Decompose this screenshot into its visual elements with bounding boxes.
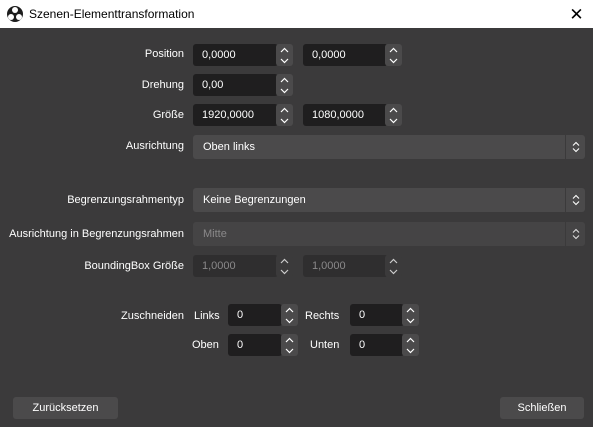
arrow-up-icon[interactable] xyxy=(276,104,293,115)
arrow-down-icon[interactable] xyxy=(281,345,298,356)
arrow-down-icon[interactable] xyxy=(276,266,293,277)
crop-top-label: Oben xyxy=(192,339,219,351)
size-height-stepper[interactable] xyxy=(385,104,402,126)
obs-logo-icon xyxy=(7,6,23,22)
size-width-input[interactable]: 1920,0000 xyxy=(193,104,278,126)
arrow-up-icon[interactable] xyxy=(385,255,402,266)
arrow-up-icon[interactable] xyxy=(402,334,419,345)
crop-left-label: Links xyxy=(194,310,220,322)
bounding-box-width-stepper[interactable] xyxy=(276,255,293,277)
updown-arrow-icon[interactable] xyxy=(565,188,585,212)
arrow-up-icon[interactable] xyxy=(281,304,298,315)
window-title: Szenen-Elementtransformation xyxy=(29,7,195,21)
alignment-value: Oben links xyxy=(203,141,255,153)
crop-label: Zuschneiden xyxy=(121,310,184,322)
rotation-stepper[interactable] xyxy=(276,74,293,96)
crop-right-stepper[interactable] xyxy=(402,304,419,326)
arrow-down-icon[interactable] xyxy=(276,115,293,126)
bounds-type-label: Begrenzungsrahmentyp xyxy=(67,194,184,206)
size-label: Größe xyxy=(152,109,184,121)
alignment-select[interactable]: Oben links xyxy=(193,135,585,159)
arrow-down-icon[interactable] xyxy=(276,55,293,66)
close-icon[interactable]: ✕ xyxy=(569,6,583,23)
crop-right-input[interactable]: 0 xyxy=(350,304,404,326)
arrow-down-icon[interactable] xyxy=(385,266,402,277)
bounds-alignment-label: Ausrichtung in Begrenzungsrahmen xyxy=(9,228,184,240)
crop-bottom-input[interactable]: 0 xyxy=(350,334,404,356)
position-y-input[interactable]: 0,0000 xyxy=(303,44,388,66)
arrow-down-icon[interactable] xyxy=(385,115,402,126)
crop-left-input[interactable]: 0 xyxy=(228,304,282,326)
close-window-button[interactable]: ✕ xyxy=(560,0,593,28)
size-height-input[interactable]: 1080,0000 xyxy=(303,104,388,126)
bounding-box-height-stepper[interactable] xyxy=(385,255,402,277)
arrow-up-icon[interactable] xyxy=(276,44,293,55)
arrow-down-icon[interactable] xyxy=(281,315,298,326)
arrow-up-icon[interactable] xyxy=(385,44,402,55)
reset-button[interactable]: Zurücksetzen xyxy=(13,397,118,419)
arrow-down-icon[interactable] xyxy=(276,85,293,96)
crop-top-stepper[interactable] xyxy=(281,334,298,356)
crop-left-stepper[interactable] xyxy=(281,304,298,326)
updown-arrow-icon[interactable] xyxy=(565,135,585,159)
bounds-alignment-value: Mitte xyxy=(203,228,227,240)
title-bar: Szenen-Elementtransformation ✕ xyxy=(0,0,593,28)
bounds-alignment-select[interactable]: Mitte xyxy=(193,222,585,246)
arrow-up-icon[interactable] xyxy=(276,74,293,85)
rotation-label: Drehung xyxy=(141,79,184,91)
crop-top-input[interactable]: 0 xyxy=(228,334,282,356)
arrow-up-icon[interactable] xyxy=(276,255,293,266)
close-button[interactable]: Schließen xyxy=(500,397,584,419)
position-y-stepper[interactable] xyxy=(385,44,402,66)
updown-arrow-icon[interactable] xyxy=(565,222,585,246)
arrow-down-icon[interactable] xyxy=(402,345,419,356)
rotation-input[interactable]: 0,00 xyxy=(193,74,278,96)
arrow-up-icon[interactable] xyxy=(402,304,419,315)
crop-right-label: Rechts xyxy=(305,310,340,322)
arrow-down-icon[interactable] xyxy=(402,315,419,326)
bounding-box-label: BoundingBox Größe xyxy=(84,260,184,272)
bounds-type-value: Keine Begrenzungen xyxy=(203,194,306,206)
position-x-input[interactable]: 0,0000 xyxy=(193,44,278,66)
arrow-down-icon[interactable] xyxy=(385,55,402,66)
size-width-stepper[interactable] xyxy=(276,104,293,126)
arrow-up-icon[interactable] xyxy=(385,104,402,115)
crop-bottom-stepper[interactable] xyxy=(402,334,419,356)
position-x-stepper[interactable] xyxy=(276,44,293,66)
bounds-type-select[interactable]: Keine Begrenzungen xyxy=(193,188,585,212)
bounding-box-height-input[interactable]: 1,0000 xyxy=(303,255,388,277)
alignment-label: Ausrichtung xyxy=(125,140,184,152)
bounding-box-width-input[interactable]: 1,0000 xyxy=(193,255,278,277)
arrow-up-icon[interactable] xyxy=(281,334,298,345)
crop-bottom-label: Unten xyxy=(310,339,340,351)
position-label: Position xyxy=(144,48,184,60)
